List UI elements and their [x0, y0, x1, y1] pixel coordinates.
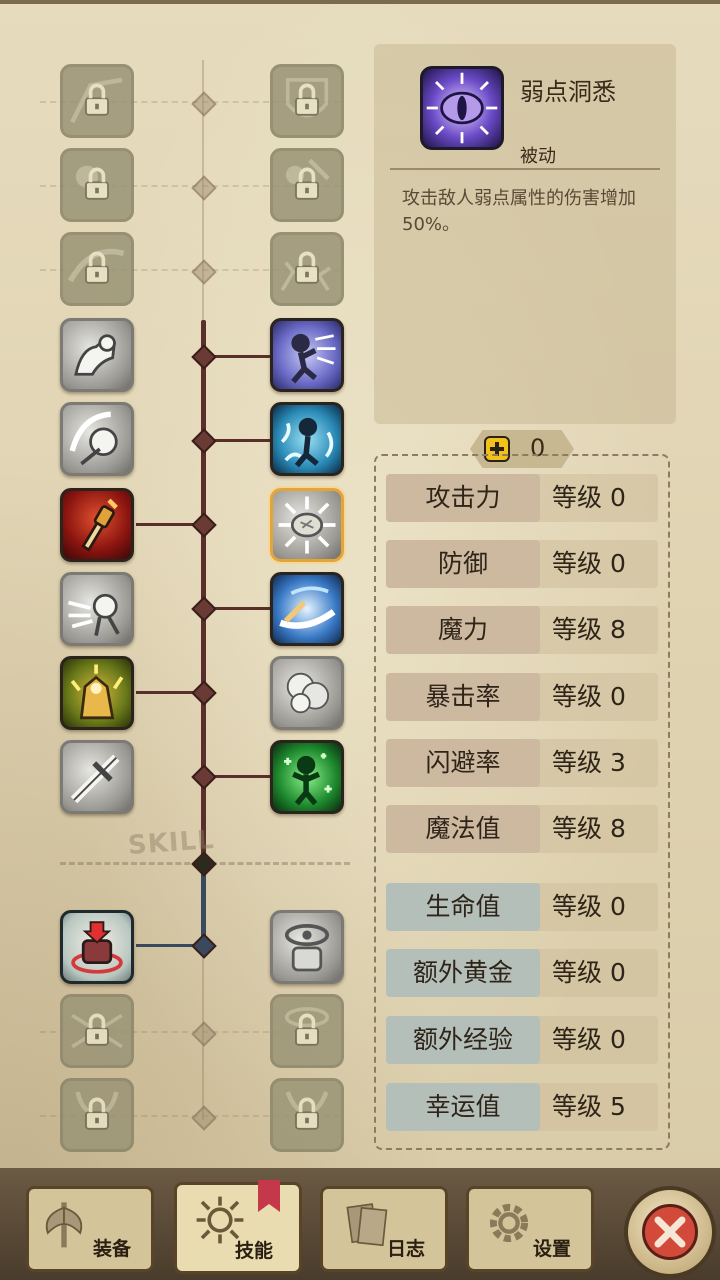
eye-armor-icon: [284, 924, 330, 972]
spin-slash-icon: [69, 411, 118, 466]
lock-icon: [285, 1091, 329, 1130]
skill-eye-armor[interactable]: [270, 910, 344, 984]
skill-red-armor[interactable]: [60, 910, 134, 984]
stat-level: 等级 8: [552, 814, 626, 843]
lock-icon: [285, 158, 330, 200]
tab-label: 日志: [387, 1238, 426, 1260]
skill-slot-locked[interactable]: [270, 232, 344, 306]
skill-stickman-run[interactable]: [270, 318, 344, 392]
skill-smoke-cloud[interactable]: [270, 656, 344, 730]
stat-name: 闪避率: [386, 739, 540, 787]
skill-golden-power[interactable]: [60, 656, 134, 730]
tab-journal[interactable]: 日志: [320, 1186, 448, 1272]
stat-level: 等级 5: [552, 1092, 626, 1121]
stat-row[interactable]: 额外黄金 等级 0: [386, 949, 658, 997]
lock-icon: [71, 1013, 123, 1049]
lock-icon: [284, 1007, 330, 1046]
blue-sword-slash-icon: [279, 586, 336, 629]
skill-type: 被动: [520, 146, 556, 167]
stat-name: 防御: [386, 540, 540, 588]
skill-slot-locked[interactable]: [270, 994, 344, 1068]
lock-icon: [285, 78, 329, 118]
stat-name: 攻击力: [386, 474, 540, 522]
cross-sword-icon: [70, 754, 120, 804]
stat-row[interactable]: 魔法值 等级 8: [386, 805, 658, 853]
skill-slot-locked[interactable]: [270, 1078, 344, 1152]
journal-icon: [346, 1203, 388, 1247]
stickman-run-icon: [291, 333, 336, 384]
skill-cross-sword[interactable]: [60, 740, 134, 814]
stat-level: 等级 0: [552, 958, 626, 987]
red-dagger-icon: [81, 498, 118, 552]
green-clover-icon: [284, 753, 332, 806]
stat-row[interactable]: 额外经验 等级 0: [386, 1016, 658, 1064]
stat-level: 等级 3: [552, 748, 626, 777]
stat-row[interactable]: 魔力 等级 8: [386, 606, 658, 654]
tab-settings[interactable]: 设置: [466, 1186, 594, 1272]
stat-row[interactable]: 闪避率 等级 3: [386, 739, 658, 787]
axe-icon: [45, 1202, 83, 1248]
fist-icon: [74, 334, 116, 376]
stat-row[interactable]: 防御 等级 0: [386, 540, 658, 588]
stat-name: 额外黄金: [386, 949, 540, 997]
stat-level: 等级 0: [552, 549, 626, 578]
lock-icon: [75, 1091, 119, 1130]
water-stickman-icon: [280, 417, 334, 468]
skill-dash[interactable]: [60, 572, 134, 646]
tab-label: 技能: [235, 1240, 274, 1262]
top-border: [0, 0, 720, 4]
close-button[interactable]: [624, 1186, 716, 1278]
weak-eye-icon: [278, 496, 336, 554]
stat-level: 等级 0: [552, 892, 626, 921]
lock-icon: [67, 248, 125, 284]
skill-slot-locked[interactable]: [60, 64, 134, 138]
smoke-cloud-icon: [286, 672, 330, 714]
stat-row[interactable]: 暴击率 等级 0: [386, 673, 658, 721]
stat-name: 魔力: [386, 606, 540, 654]
info-divider: [390, 168, 660, 170]
skill-name: 弱点洞悉: [520, 78, 616, 106]
stat-name: 幸运值: [386, 1083, 540, 1131]
skill-slot-locked[interactable]: [60, 994, 134, 1068]
purple-eye-icon: [420, 66, 504, 150]
stat-row[interactable]: 生命值 等级 0: [386, 883, 658, 931]
skill-green-clover[interactable]: [270, 740, 344, 814]
stat-name: 魔法值: [386, 805, 540, 853]
tab-equipment[interactable]: 装备: [26, 1186, 154, 1272]
red-armor-icon: [71, 921, 123, 974]
tab-skills[interactable]: 技能: [174, 1182, 302, 1274]
skill-slot-locked[interactable]: [270, 64, 344, 138]
tab-label: 装备: [93, 1238, 132, 1260]
stat-name: 额外经验: [386, 1016, 540, 1064]
stat-row[interactable]: 幸运值 等级 5: [386, 1083, 658, 1131]
golden-power-icon: [70, 664, 124, 720]
skill-slot-locked[interactable]: [270, 148, 344, 222]
skill-spin-slash[interactable]: [60, 402, 134, 476]
stat-name: 生命值: [386, 883, 540, 931]
stat-level: 等级 0: [552, 483, 626, 512]
stat-name: 暴击率: [386, 673, 540, 721]
skill-water-stickman[interactable]: [270, 402, 344, 476]
skill-blue-sword-slash[interactable]: [270, 572, 344, 646]
tab-label: 设置: [533, 1238, 572, 1260]
close-x-icon: [642, 1204, 698, 1260]
stat-level: 等级 0: [552, 682, 626, 711]
lock-icon: [280, 251, 331, 292]
stat-level: 等级 0: [552, 1025, 626, 1054]
gear-icon: [489, 1203, 529, 1243]
skill-slot-locked[interactable]: [60, 148, 134, 222]
lock-icon: [75, 165, 109, 200]
stat-row[interactable]: 攻击力 等级 0: [386, 474, 658, 522]
skill-slot-locked[interactable]: [60, 232, 134, 306]
skill-description: 攻击敌人弱点属性的伤害增加50%。: [402, 188, 636, 235]
stat-level: 等级 8: [552, 615, 626, 644]
skill-weak-eye-selected[interactable]: [270, 488, 344, 562]
lock-icon: [70, 77, 123, 124]
dash-stickman-icon: [68, 593, 120, 637]
skill-fist[interactable]: [60, 318, 134, 392]
skill-info-panel: 弱点洞悉 被动 攻击敌人弱点属性的伤害增加50%。: [374, 44, 676, 424]
skill-slot-locked[interactable]: [60, 1078, 134, 1152]
skill-red-dagger[interactable]: [60, 488, 134, 562]
